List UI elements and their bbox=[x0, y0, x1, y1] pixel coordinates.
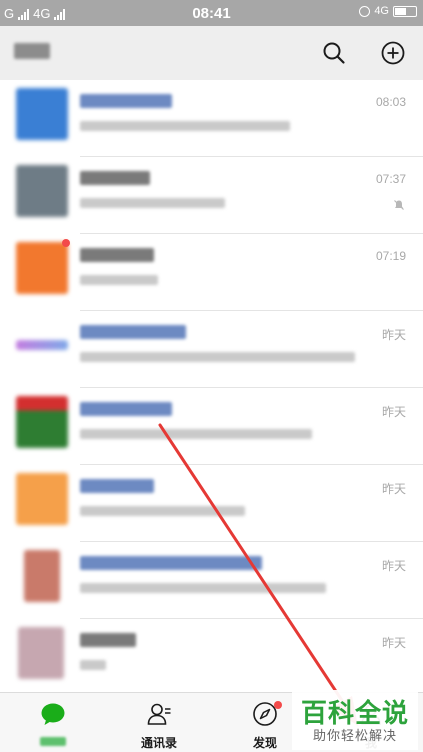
chat-name bbox=[80, 248, 154, 262]
search-icon[interactable] bbox=[322, 41, 346, 65]
chat-preview bbox=[80, 583, 326, 593]
page-title bbox=[14, 43, 50, 59]
chat-name bbox=[80, 556, 262, 570]
discover-badge bbox=[274, 701, 282, 709]
contacts-icon bbox=[147, 703, 171, 725]
chat-preview bbox=[80, 506, 245, 516]
chat-name bbox=[80, 171, 150, 185]
status-right: 4G bbox=[359, 5, 417, 17]
tab-chats[interactable] bbox=[0, 693, 106, 752]
chat-preview bbox=[80, 429, 312, 439]
network-right-label: 4G bbox=[374, 5, 389, 17]
chat-name bbox=[80, 402, 172, 416]
chat-row[interactable]: 昨天 bbox=[0, 311, 423, 388]
chat-list: 08:03 07:37 07:19 昨天 昨天 昨天 昨天 昨天 bbox=[0, 80, 423, 696]
alarm-icon bbox=[359, 5, 371, 17]
chat-row[interactable]: 07:37 bbox=[0, 157, 423, 234]
chat-preview bbox=[80, 352, 355, 362]
chat-row[interactable]: 昨天 bbox=[0, 465, 423, 542]
chat-name bbox=[80, 633, 136, 647]
chat-preview bbox=[80, 198, 225, 208]
chat-bubble-icon bbox=[41, 703, 65, 725]
watermark: 百科全说 助你轻松解决 bbox=[292, 690, 418, 750]
chat-name bbox=[80, 94, 172, 108]
chat-time: 昨天 bbox=[381, 636, 406, 650]
unread-badge bbox=[62, 239, 70, 247]
battery-icon bbox=[393, 5, 417, 17]
status-bar: G 4G 08:41 4G bbox=[0, 0, 423, 26]
avatar bbox=[24, 550, 60, 602]
chat-row[interactable]: 昨天 bbox=[0, 542, 423, 619]
avatar bbox=[16, 242, 68, 294]
chat-name bbox=[80, 325, 186, 339]
avatar bbox=[16, 88, 68, 140]
chat-time: 昨天 bbox=[381, 405, 406, 419]
chat-row[interactable]: 07:19 bbox=[0, 234, 423, 311]
chat-time: 昨天 bbox=[381, 482, 406, 496]
chat-row[interactable]: 昨天 bbox=[0, 388, 423, 465]
tab-contacts[interactable]: 通讯录 bbox=[106, 693, 212, 752]
watermark-subtitle: 助你轻松解决 bbox=[312, 728, 397, 743]
chat-name bbox=[80, 479, 154, 493]
chat-preview bbox=[80, 660, 106, 670]
avatar bbox=[16, 473, 68, 525]
chat-time: 昨天 bbox=[381, 559, 406, 573]
tab-chats-label bbox=[40, 737, 66, 746]
chat-time: 07:19 bbox=[375, 249, 406, 263]
avatar bbox=[16, 340, 68, 350]
chat-preview bbox=[80, 121, 290, 131]
add-icon[interactable] bbox=[381, 41, 405, 65]
chat-time: 昨天 bbox=[381, 328, 406, 342]
chat-row[interactable]: 08:03 bbox=[0, 80, 423, 157]
chat-time: 08:03 bbox=[375, 95, 406, 109]
chat-row[interactable]: 昨天 bbox=[0, 619, 423, 696]
app-header bbox=[0, 26, 423, 80]
avatar bbox=[16, 396, 68, 448]
avatar bbox=[16, 165, 68, 217]
avatar bbox=[18, 627, 64, 679]
muted-bell-icon bbox=[394, 200, 404, 210]
chat-time: 07:37 bbox=[375, 172, 406, 186]
chat-preview bbox=[80, 275, 158, 285]
tab-contacts-label: 通讯录 bbox=[140, 736, 177, 750]
